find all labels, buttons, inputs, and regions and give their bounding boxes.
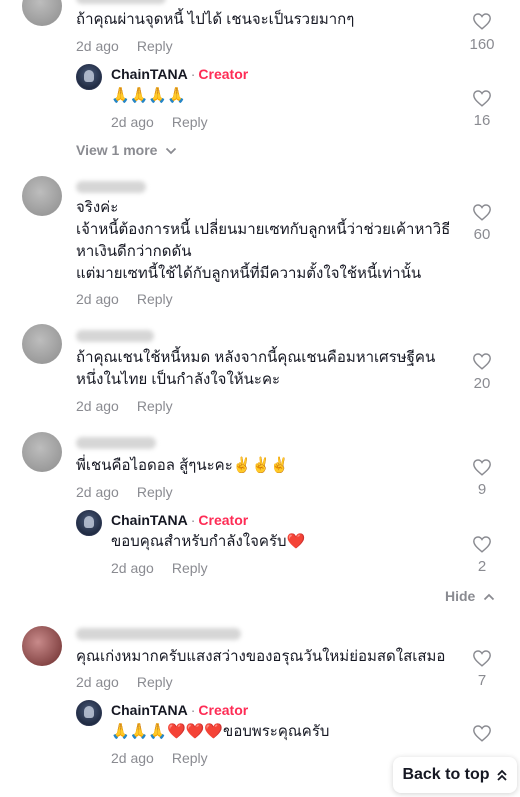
like-count: 20 bbox=[473, 375, 491, 392]
like-heart-icon[interactable] bbox=[472, 89, 492, 107]
comment-username-blurred[interactable] bbox=[76, 628, 241, 640]
reply-date: 2d ago bbox=[111, 560, 154, 576]
creator-badge: Creator bbox=[198, 702, 249, 718]
reply-button[interactable]: Reply bbox=[137, 38, 173, 54]
comment-date: 2d ago bbox=[76, 291, 119, 307]
creator-name-row: ChainTANA · Creator bbox=[111, 66, 248, 82]
creator-avatar[interactable] bbox=[76, 64, 102, 90]
like-heart-icon[interactable] bbox=[472, 12, 492, 30]
comment-username-blurred[interactable] bbox=[76, 0, 166, 4]
chevron-down-icon bbox=[166, 148, 177, 155]
comment-meta: 2d ago Reply bbox=[76, 484, 173, 500]
like-heart-icon[interactable] bbox=[472, 203, 492, 221]
reply-button[interactable]: Reply bbox=[172, 560, 208, 576]
comment-text-line: จริงค่ะ bbox=[76, 199, 119, 216]
comment-text: ถ้าคุณผ่านจุดหนี้ ไปได้ เชนจะเป็นรวยมากๆ bbox=[76, 11, 355, 28]
separator-dot: · bbox=[190, 66, 196, 82]
creator-name[interactable]: ChainTANA bbox=[111, 66, 188, 82]
hide-replies-button[interactable]: Hide bbox=[445, 588, 495, 604]
view-more-replies-button[interactable]: View 1 more bbox=[76, 142, 177, 158]
comment-text-line: เจ้าหนี้ต้องการหนี้ เปลี่ยนมายเซทกับลูกห… bbox=[76, 221, 451, 238]
creator-badge: Creator bbox=[198, 512, 249, 528]
comment-meta: 2d ago Reply bbox=[76, 674, 173, 690]
view-more-label: View 1 more bbox=[76, 142, 158, 158]
like-heart-icon[interactable] bbox=[472, 649, 492, 667]
reply-text: ขอบคุณสำหรับกำลังใจครับ❤️ bbox=[111, 533, 306, 550]
comment-date: 2d ago bbox=[76, 398, 119, 414]
creator-name-row: ChainTANA · Creator bbox=[111, 512, 248, 528]
like-count: 2 bbox=[477, 558, 487, 575]
comment-date: 2d ago bbox=[76, 38, 119, 54]
like-count: 160 bbox=[469, 36, 495, 53]
reply-text: 🙏🙏🙏🙏 bbox=[111, 87, 186, 104]
creator-avatar[interactable] bbox=[76, 510, 102, 536]
separator-dot: · bbox=[190, 512, 196, 528]
double-chevron-up-icon bbox=[496, 769, 507, 781]
like-heart-icon[interactable] bbox=[472, 458, 492, 476]
hide-label: Hide bbox=[445, 588, 476, 604]
creator-name-row: ChainTANA · Creator bbox=[111, 702, 248, 718]
reply-button[interactable]: Reply bbox=[137, 484, 173, 500]
comment-text: พี่เชนคือไอดอล สู้ๆนะคะ✌️✌️✌️ bbox=[76, 457, 289, 474]
comment-meta: 2d ago Reply bbox=[76, 38, 173, 54]
comment-text-line: หนึ่งในไทย เป็นกำลังใจให้นะคะ bbox=[76, 371, 281, 388]
reply-button[interactable]: Reply bbox=[172, 750, 208, 766]
like-heart-icon[interactable] bbox=[472, 535, 492, 553]
reply-button[interactable]: Reply bbox=[137, 291, 173, 307]
back-to-top-button[interactable]: Back to top bbox=[393, 757, 517, 793]
like-heart-icon[interactable] bbox=[472, 352, 492, 370]
comment-text-line: ถ้าคุณเชนใช้หนี้หมด หลังจากนี้คุณเชนคือม… bbox=[76, 349, 436, 366]
back-to-top-label: Back to top bbox=[402, 766, 490, 783]
comment-text-line: หาเงินดีกว่ากดดัน bbox=[76, 243, 192, 260]
chevron-up-icon bbox=[484, 594, 495, 601]
comment-username-blurred[interactable] bbox=[76, 330, 154, 342]
comment-avatar[interactable] bbox=[22, 432, 62, 472]
separator-dot: · bbox=[190, 702, 196, 718]
comment-username-blurred[interactable] bbox=[76, 437, 156, 449]
reply-text: 🙏🙏🙏❤️❤️❤️ขอบพระคุณครับ bbox=[111, 723, 330, 740]
reply-meta: 2d ago Reply bbox=[111, 560, 208, 576]
like-count: 9 bbox=[477, 481, 487, 498]
comment-meta: 2d ago Reply bbox=[76, 291, 173, 307]
creator-name[interactable]: ChainTANA bbox=[111, 512, 188, 528]
reply-date: 2d ago bbox=[111, 750, 154, 766]
comment-meta: 2d ago Reply bbox=[76, 398, 173, 414]
creator-name[interactable]: ChainTANA bbox=[111, 702, 188, 718]
like-count: 60 bbox=[473, 226, 491, 243]
like-heart-icon[interactable] bbox=[472, 724, 492, 742]
reply-button[interactable]: Reply bbox=[172, 114, 208, 130]
comment-avatar[interactable] bbox=[22, 0, 62, 26]
reply-meta: 2d ago Reply bbox=[111, 114, 208, 130]
comment-username-blurred[interactable] bbox=[76, 181, 146, 193]
comment-text: คุณเก่งหมากครับแสงสว่างของอรุณวันใหม่ย่อ… bbox=[76, 648, 446, 665]
comment-avatar[interactable] bbox=[22, 176, 62, 216]
like-count: 16 bbox=[473, 112, 491, 129]
comment-avatar[interactable] bbox=[22, 324, 62, 364]
creator-avatar[interactable] bbox=[76, 700, 102, 726]
comment-date: 2d ago bbox=[76, 674, 119, 690]
reply-button[interactable]: Reply bbox=[137, 398, 173, 414]
comment-date: 2d ago bbox=[76, 484, 119, 500]
comment-avatar[interactable] bbox=[22, 626, 62, 666]
reply-button[interactable]: Reply bbox=[137, 674, 173, 690]
reply-meta: 2d ago Reply bbox=[111, 750, 208, 766]
reply-date: 2d ago bbox=[111, 114, 154, 130]
creator-badge: Creator bbox=[198, 66, 249, 82]
comment-text-line: แต่มายเซทนี้ใช้ได้กับลูกหนี้ที่มีความตั้… bbox=[76, 265, 422, 282]
like-count: 7 bbox=[477, 672, 487, 689]
